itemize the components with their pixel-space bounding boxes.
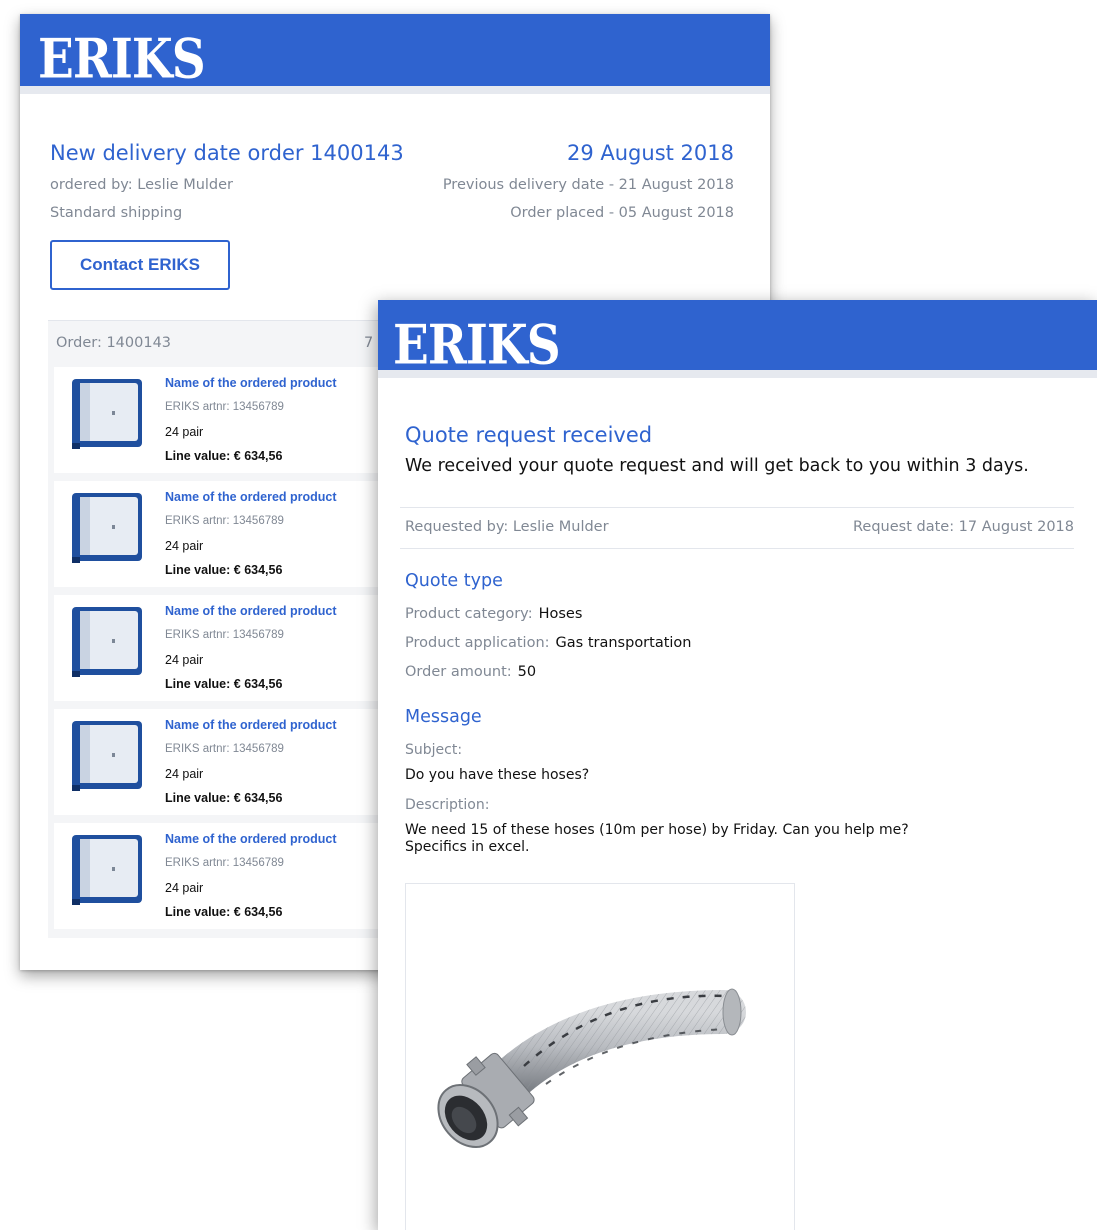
ordered-by: ordered by: Leslie Mulder bbox=[50, 177, 234, 193]
description-line-2: Specifics in excel. bbox=[405, 839, 530, 855]
product-card[interactable]: Name of the ordered product ERIKS artnr: … bbox=[54, 709, 384, 815]
request-date: Request date: 17 August 2018 bbox=[852, 519, 1074, 535]
product-card[interactable]: Name of the ordered product ERIKS artnr: … bbox=[54, 481, 384, 587]
product-card[interactable]: Name of the ordered product ERIKS artnr: … bbox=[54, 367, 384, 473]
product-application-label: Product application: bbox=[405, 635, 550, 651]
contact-eriks-button[interactable]: Contact ERIKS bbox=[50, 240, 230, 290]
eriks-logo[interactable]: ERIKS bbox=[393, 314, 561, 377]
quote-email-title: Quote request received bbox=[405, 423, 653, 447]
product-quantity: 24 pair bbox=[165, 767, 204, 781]
product-artnr: ERIKS artnr: 13456789 bbox=[165, 629, 284, 641]
product-name-link[interactable]: Name of the ordered product bbox=[165, 376, 337, 390]
product-name-link[interactable]: Name of the ordered product bbox=[165, 490, 337, 504]
product-application-row: Product application: Gas transportation bbox=[405, 635, 692, 651]
email-header: ERIKS bbox=[20, 14, 770, 94]
product-category-value: Hoses bbox=[538, 606, 583, 622]
product-application-value: Gas transportation bbox=[555, 635, 692, 651]
product-quantity: 24 pair bbox=[165, 539, 204, 553]
message-heading: Message bbox=[405, 707, 482, 727]
delivery-email-title: New delivery date order 1400143 bbox=[50, 141, 404, 165]
product-box-icon bbox=[72, 721, 142, 791]
product-line-value: Line value: € 634,56 bbox=[165, 563, 283, 577]
product-line-value: Line value: € 634,56 bbox=[165, 677, 283, 691]
email-header: ERIKS bbox=[378, 300, 1097, 378]
quote-type-heading: Quote type bbox=[405, 571, 503, 591]
description-label: Description: bbox=[405, 797, 490, 813]
product-artnr: ERIKS artnr: 13456789 bbox=[165, 515, 284, 527]
quote-request-email: ERIKS Quote request received We received… bbox=[378, 300, 1097, 1230]
product-box-icon bbox=[72, 493, 142, 563]
shipping-method: Standard shipping bbox=[50, 205, 183, 221]
hose-illustration bbox=[437, 988, 746, 1148]
requested-by: Requested by: Leslie Mulder bbox=[405, 519, 609, 535]
product-line-value: Line value: € 634,56 bbox=[165, 905, 283, 919]
product-name-link[interactable]: Name of the ordered product bbox=[165, 718, 337, 732]
product-quantity: 24 pair bbox=[165, 425, 204, 439]
quote-email-intro: We received your quote request and will … bbox=[405, 456, 1029, 476]
eriks-logo[interactable]: ERIKS bbox=[38, 28, 206, 91]
product-quantity: 24 pair bbox=[165, 653, 204, 667]
quote-meta-row: Requested by: Leslie Mulder Request date… bbox=[400, 507, 1074, 549]
subject-label: Subject: bbox=[405, 742, 463, 758]
order-amount-label: Order amount: bbox=[405, 664, 512, 680]
product-card[interactable]: Name of the ordered product ERIKS artnr: … bbox=[54, 823, 384, 929]
hose-image[interactable] bbox=[405, 883, 795, 1230]
product-name-link[interactable]: Name of the ordered product bbox=[165, 604, 337, 618]
order-header-right: 7 bbox=[364, 335, 374, 351]
product-artnr: ERIKS artnr: 13456789 bbox=[165, 743, 284, 755]
product-line-value: Line value: € 634,56 bbox=[165, 791, 283, 805]
product-name-link[interactable]: Name of the ordered product bbox=[165, 832, 337, 846]
order-amount-row: Order amount: 50 bbox=[405, 664, 536, 680]
subject-value: Do you have these hoses? bbox=[405, 767, 590, 783]
product-quantity: 24 pair bbox=[165, 881, 204, 895]
product-artnr: ERIKS artnr: 13456789 bbox=[165, 401, 284, 413]
product-category-row: Product category: Hoses bbox=[405, 606, 582, 622]
product-box-icon bbox=[72, 379, 142, 449]
previous-delivery-date: Previous delivery date - 21 August 2018 bbox=[442, 177, 734, 193]
product-category-label: Product category: bbox=[405, 606, 533, 622]
product-box-icon bbox=[72, 607, 142, 677]
order-amount-value: 50 bbox=[517, 664, 537, 680]
product-box-icon bbox=[72, 835, 142, 905]
order-placed-date: Order placed - 05 August 2018 bbox=[510, 205, 734, 221]
order-number-label: Order: 1400143 bbox=[56, 335, 172, 351]
product-artnr: ERIKS artnr: 13456789 bbox=[165, 857, 284, 869]
product-card[interactable]: Name of the ordered product ERIKS artnr: … bbox=[54, 595, 384, 701]
product-line-value: Line value: € 634,56 bbox=[165, 449, 283, 463]
new-delivery-date: 29 August 2018 bbox=[566, 141, 734, 165]
description-line-1: We need 15 of these hoses (10m per hose)… bbox=[405, 822, 909, 838]
